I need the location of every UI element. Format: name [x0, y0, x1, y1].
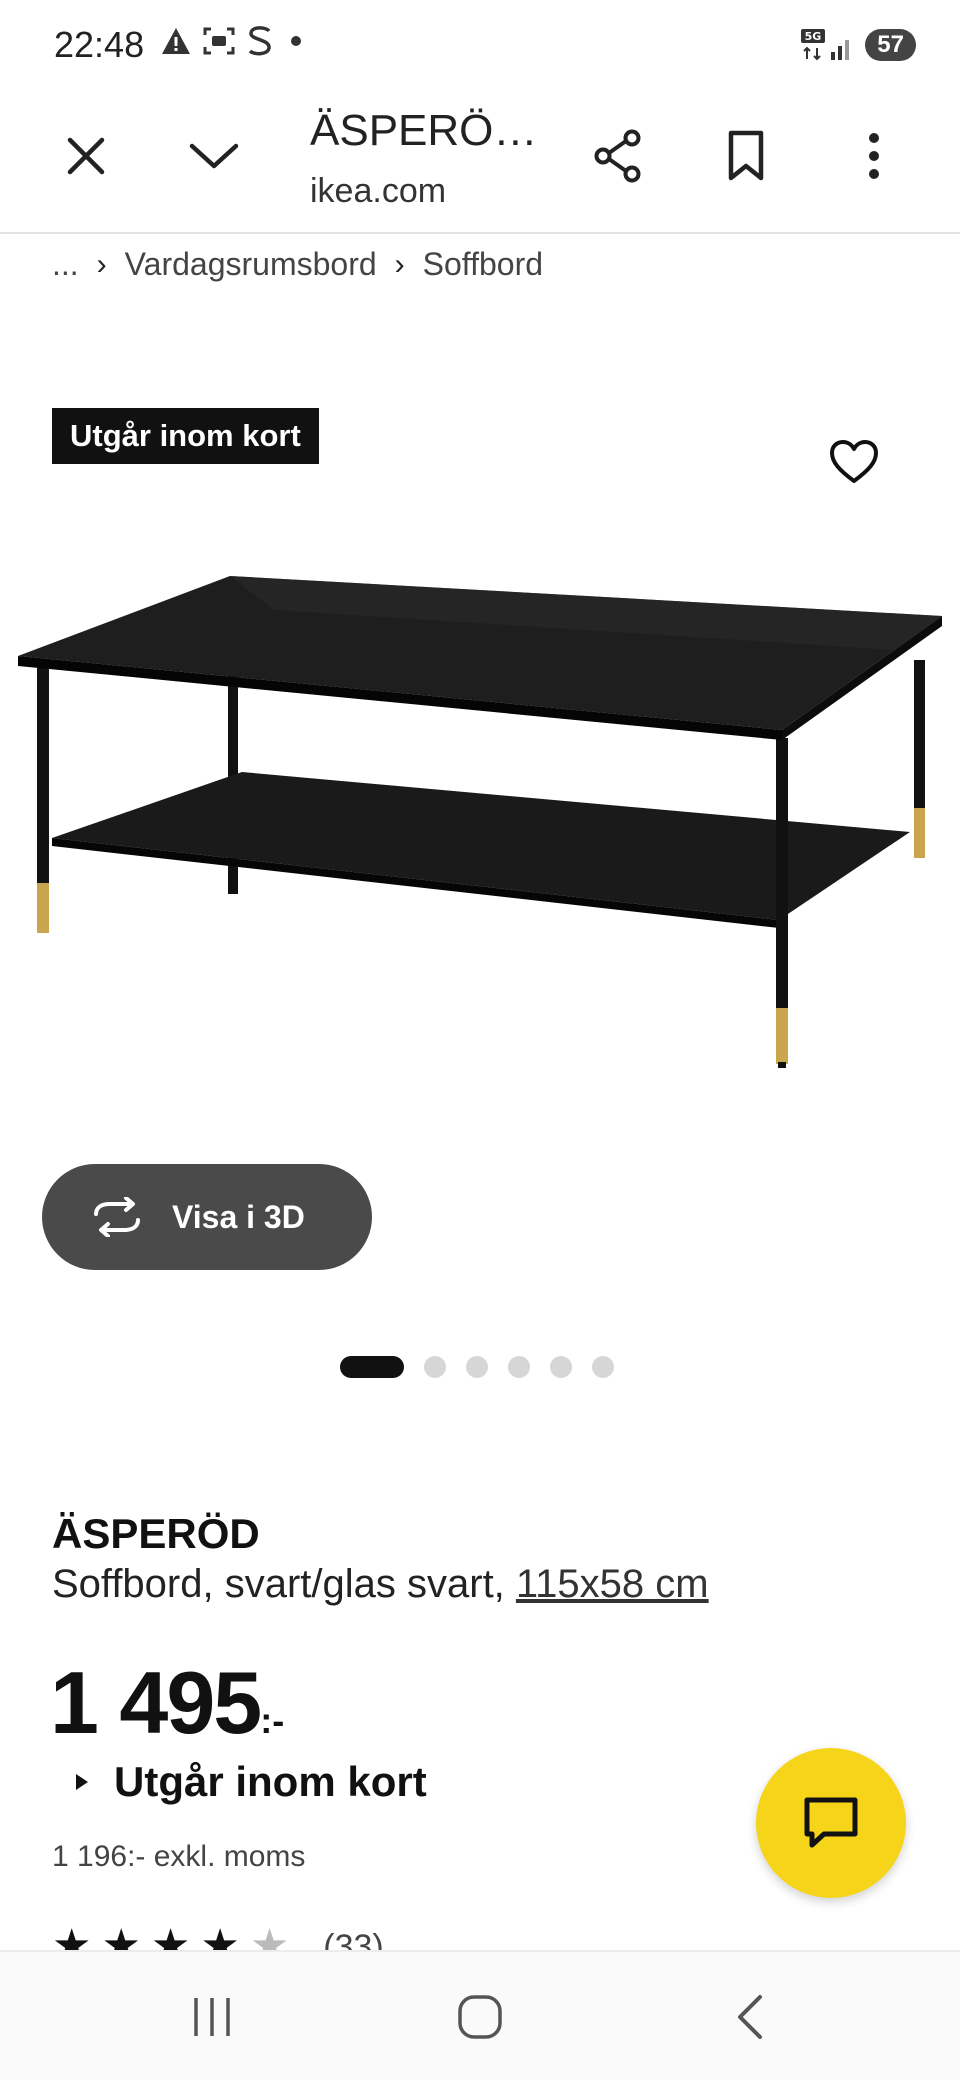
view-in-3d-button[interactable]: Visa i 3D — [42, 1164, 372, 1270]
gallery-dot-4[interactable] — [508, 1356, 530, 1378]
minimize-button[interactable] — [178, 120, 250, 192]
browser-toolbar: ÄSPERÖ… ikea.com — [0, 92, 960, 234]
chevron-down-icon — [189, 143, 239, 169]
stock-status-label: Utgår inom kort — [114, 1758, 427, 1805]
product-price: 1 495 :- — [50, 1652, 284, 1754]
gallery-pagination — [340, 1356, 614, 1378]
bookmark-button[interactable] — [710, 120, 782, 192]
brass-foot — [914, 808, 925, 858]
status-notification-icons — [160, 24, 308, 58]
status-time: 22:48 — [54, 24, 145, 65]
product-size-link[interactable]: 115x58 cm — [516, 1562, 709, 1606]
system-navigation-bar — [0, 1950, 960, 2080]
page-url[interactable]: ikea.com — [310, 172, 446, 211]
status-system-icons: 5G 57 — [799, 28, 916, 62]
price-suffix: :- — [260, 1700, 285, 1741]
breadcrumb-item-soffbord[interactable]: Soffbord — [423, 246, 543, 283]
price-ex-vat: 1 196:- exkl. moms — [52, 1840, 306, 1873]
status-bar: 22:48 5G 57 — [0, 0, 960, 92]
chat-icon — [804, 1797, 858, 1848]
table-leg — [914, 660, 925, 810]
close-tab-button[interactable] — [50, 120, 122, 192]
stock-status-toggle[interactable]: Utgår inom kort — [76, 1758, 427, 1806]
chevron-right-icon: › — [96, 247, 107, 281]
brass-foot — [37, 883, 49, 933]
brass-foot — [776, 1008, 788, 1064]
recent-apps-button[interactable] — [172, 1982, 252, 2052]
favorite-button[interactable] — [822, 430, 886, 494]
view-in-3d-label: Visa i 3D — [172, 1198, 305, 1235]
rotate-3d-icon — [94, 1197, 140, 1237]
discontinued-badge: Utgår inom kort — [52, 408, 319, 464]
back-icon — [738, 1995, 762, 2039]
s-app-icon — [246, 24, 274, 58]
heart-icon — [830, 440, 878, 483]
battery-indicator: 57 — [865, 29, 916, 61]
gallery-dot-5[interactable] — [550, 1356, 572, 1378]
breadcrumb-item-vardagsrumsbord[interactable]: Vardagsrumsbord — [125, 246, 377, 283]
dot-icon — [284, 26, 308, 56]
home-button[interactable] — [440, 1982, 520, 2052]
share-button[interactable] — [582, 120, 654, 192]
chevron-right-icon: › — [394, 247, 405, 281]
table-leg — [37, 665, 49, 885]
table-leg — [776, 738, 788, 1010]
back-button[interactable] — [710, 1982, 790, 2052]
gallery-dot-6[interactable] — [592, 1356, 614, 1378]
home-icon — [458, 1995, 502, 2039]
product-image[interactable] — [14, 560, 944, 1100]
gallery-dot-3[interactable] — [466, 1356, 488, 1378]
more-options-button[interactable] — [838, 120, 910, 192]
breadcrumb-item-ellipsis[interactable]: ... — [52, 246, 79, 283]
caret-right-icon — [76, 1774, 88, 1790]
recent-apps-icon — [194, 1998, 230, 2036]
more-vertical-icon — [869, 133, 879, 179]
product-description: Soffbord, svart/glas svart, 115x58 cm — [52, 1562, 709, 1607]
svg-text:5G: 5G — [805, 30, 822, 43]
price-amount: 1 495 — [50, 1653, 262, 1752]
gallery-dot-2[interactable] — [424, 1356, 446, 1378]
share-icon — [594, 129, 641, 183]
bookmark-icon — [728, 130, 764, 181]
chat-button[interactable] — [756, 1748, 906, 1898]
screenshot-icon — [202, 26, 236, 56]
product-name: ÄSPERÖD — [52, 1510, 260, 1557]
gallery-dot-1[interactable] — [340, 1356, 404, 1378]
warning-icon — [160, 26, 192, 56]
product-description-text: Soffbord, svart/glas svart, — [52, 1562, 516, 1606]
network-5g-icon: 5G — [799, 28, 855, 62]
page-title: ÄSPERÖ… — [310, 106, 538, 155]
breadcrumb: ... › Vardagsrumsbord › Soffbord — [52, 246, 543, 283]
close-icon — [67, 137, 105, 175]
